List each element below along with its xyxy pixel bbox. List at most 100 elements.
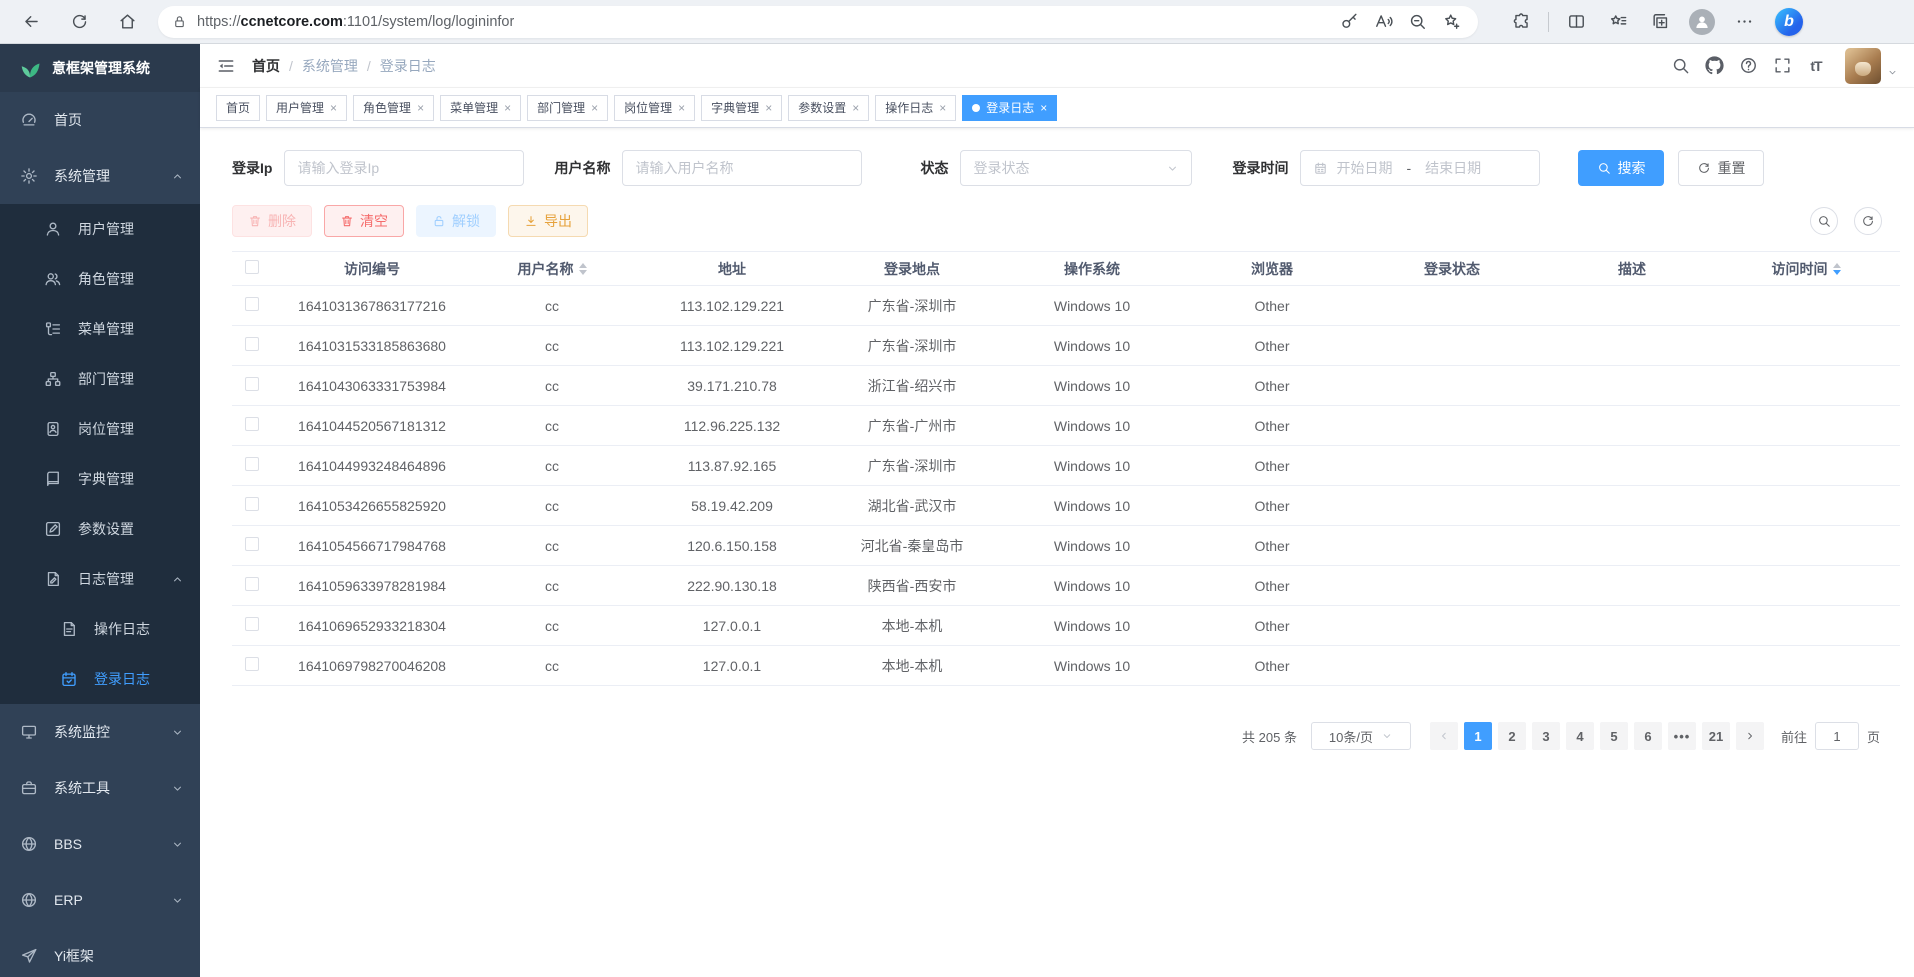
- table-row[interactable]: 1641054566717984768cc120.6.150.158河北省-秦皇…: [232, 526, 1900, 566]
- table-row[interactable]: 1641069798270046208cc127.0.0.1本地-本机Windo…: [232, 646, 1900, 686]
- sidebar-item-log-mgmt[interactable]: 日志管理: [0, 554, 200, 604]
- add-favorite-icon[interactable]: [1436, 7, 1466, 37]
- browser-back-button[interactable]: [14, 5, 48, 39]
- more-pages-button[interactable]: •••: [1668, 722, 1696, 750]
- page-size-select[interactable]: 10条/页: [1311, 722, 1411, 750]
- tab-dept-mgmt[interactable]: 部门管理×: [527, 95, 608, 121]
- row-checkbox[interactable]: [245, 617, 259, 631]
- col-visit-time[interactable]: 访问时间: [1712, 252, 1900, 286]
- sidebar-item-operation-log[interactable]: 操作日志: [0, 604, 200, 654]
- extensions-icon[interactable]: [1504, 5, 1538, 39]
- row-checkbox[interactable]: [245, 377, 259, 391]
- login-ip-input[interactable]: 请输入登录Ip: [284, 150, 524, 186]
- sidebar-item-bbs[interactable]: BBS: [0, 816, 200, 872]
- page-button-5[interactable]: 5: [1600, 722, 1628, 750]
- browser-menu-icon[interactable]: [1727, 5, 1761, 39]
- table-search-toggle-button[interactable]: [1810, 207, 1838, 235]
- tab-user-mgmt[interactable]: 用户管理×: [266, 95, 347, 121]
- table-row[interactable]: 1641059633978281984cc222.90.130.18陕西省-西安…: [232, 566, 1900, 606]
- help-icon[interactable]: [1731, 49, 1765, 83]
- collections-icon[interactable]: [1643, 5, 1677, 39]
- tab-post-mgmt[interactable]: 岗位管理×: [614, 95, 695, 121]
- sidebar-item-yi-framework[interactable]: Yi框架: [0, 928, 200, 977]
- row-checkbox[interactable]: [245, 337, 259, 351]
- search-button[interactable]: 搜索: [1578, 150, 1664, 186]
- breadcrumb-system-mgmt[interactable]: 系统管理: [302, 56, 358, 76]
- breadcrumb-home[interactable]: 首页: [252, 56, 280, 76]
- sort-icons[interactable]: [1833, 263, 1841, 275]
- copilot-icon[interactable]: b: [1775, 8, 1803, 36]
- user-avatar[interactable]: [1845, 48, 1881, 84]
- table-refresh-button[interactable]: [1854, 207, 1882, 235]
- browser-refresh-button[interactable]: [62, 5, 96, 39]
- password-key-icon[interactable]: [1334, 7, 1364, 37]
- tab-menu-mgmt[interactable]: 菜单管理×: [440, 95, 521, 121]
- export-button[interactable]: 导出: [508, 205, 588, 237]
- github-icon[interactable]: [1697, 49, 1731, 83]
- tab-home[interactable]: 首页: [216, 95, 260, 121]
- table-row[interactable]: 1641069652933218304cc127.0.0.1本地-本机Windo…: [232, 606, 1900, 646]
- browser-home-button[interactable]: [110, 5, 144, 39]
- date-range-picker[interactable]: 开始日期 - 结束日期: [1300, 150, 1540, 186]
- col-user-name[interactable]: 用户名称: [472, 252, 632, 286]
- sidebar-item-post-mgmt[interactable]: 岗位管理: [0, 404, 200, 454]
- table-row[interactable]: 1641044520567181312cc112.96.225.132广东省-广…: [232, 406, 1900, 446]
- delete-button[interactable]: 删除: [232, 205, 312, 237]
- page-button-4[interactable]: 4: [1566, 722, 1594, 750]
- sidebar-item-dept-mgmt[interactable]: 部门管理: [0, 354, 200, 404]
- sidebar-item-system-monitor[interactable]: 系统监控: [0, 704, 200, 760]
- close-icon[interactable]: ×: [1040, 101, 1047, 115]
- page-button-1[interactable]: 1: [1464, 722, 1492, 750]
- sidebar-item-dict-mgmt[interactable]: 字典管理: [0, 454, 200, 504]
- row-checkbox[interactable]: [245, 417, 259, 431]
- close-icon[interactable]: ×: [591, 101, 598, 115]
- sidebar-item-system-tools[interactable]: 系统工具: [0, 760, 200, 816]
- favorites-bar-icon[interactable]: [1601, 5, 1635, 39]
- sort-icons[interactable]: [579, 263, 587, 275]
- sidebar-item-login-log[interactable]: 登录日志: [0, 654, 200, 704]
- zoom-out-icon[interactable]: [1402, 7, 1432, 37]
- row-checkbox[interactable]: [245, 497, 259, 511]
- fullscreen-icon[interactable]: [1765, 49, 1799, 83]
- close-icon[interactable]: ×: [939, 101, 946, 115]
- close-icon[interactable]: ×: [417, 101, 424, 115]
- clear-button[interactable]: 清空: [324, 205, 404, 237]
- row-checkbox[interactable]: [245, 537, 259, 551]
- table-row[interactable]: 1641053426655825920cc58.19.42.209湖北省-武汉市…: [232, 486, 1900, 526]
- read-aloud-icon[interactable]: [1368, 7, 1398, 37]
- sidebar-item-param-settings[interactable]: 参数设置: [0, 504, 200, 554]
- page-button-3[interactable]: 3: [1532, 722, 1560, 750]
- close-icon[interactable]: ×: [504, 101, 511, 115]
- row-checkbox[interactable]: [245, 657, 259, 671]
- tab-param-settings[interactable]: 参数设置×: [788, 95, 869, 121]
- header-search-icon[interactable]: [1663, 49, 1697, 83]
- close-icon[interactable]: ×: [678, 101, 685, 115]
- sidebar-item-user-mgmt[interactable]: 用户管理: [0, 204, 200, 254]
- tab-role-mgmt[interactable]: 角色管理×: [353, 95, 434, 121]
- tab-login-log[interactable]: 登录日志×: [962, 95, 1057, 121]
- table-row[interactable]: 1641031367863177216cc113.102.129.221广东省-…: [232, 286, 1900, 326]
- close-icon[interactable]: ×: [765, 101, 772, 115]
- page-button-6[interactable]: 6: [1634, 722, 1662, 750]
- sidebar-fold-icon[interactable]: [216, 56, 236, 76]
- sidebar-item-erp[interactable]: ERP: [0, 872, 200, 928]
- next-page-button[interactable]: [1736, 722, 1764, 750]
- goto-page-input[interactable]: [1815, 722, 1859, 750]
- unlock-button[interactable]: 解锁: [416, 205, 496, 237]
- sidebar-item-home[interactable]: 首页: [0, 92, 200, 148]
- app-logo[interactable]: 意框架管理系统: [0, 44, 200, 92]
- close-icon[interactable]: ×: [330, 101, 337, 115]
- browser-profile-avatar[interactable]: [1689, 9, 1715, 35]
- prev-page-button[interactable]: [1430, 722, 1458, 750]
- font-size-icon[interactable]: tT: [1799, 49, 1833, 83]
- tab-operation-log[interactable]: 操作日志×: [875, 95, 956, 121]
- status-select[interactable]: 登录状态: [960, 150, 1192, 186]
- row-checkbox[interactable]: [245, 457, 259, 471]
- select-all-checkbox[interactable]: [245, 260, 259, 274]
- page-button-2[interactable]: 2: [1498, 722, 1526, 750]
- close-icon[interactable]: ×: [852, 101, 859, 115]
- row-checkbox[interactable]: [245, 577, 259, 591]
- sidebar-item-role-mgmt[interactable]: 角色管理: [0, 254, 200, 304]
- split-screen-icon[interactable]: [1559, 5, 1593, 39]
- page-button-21[interactable]: 21: [1702, 722, 1730, 750]
